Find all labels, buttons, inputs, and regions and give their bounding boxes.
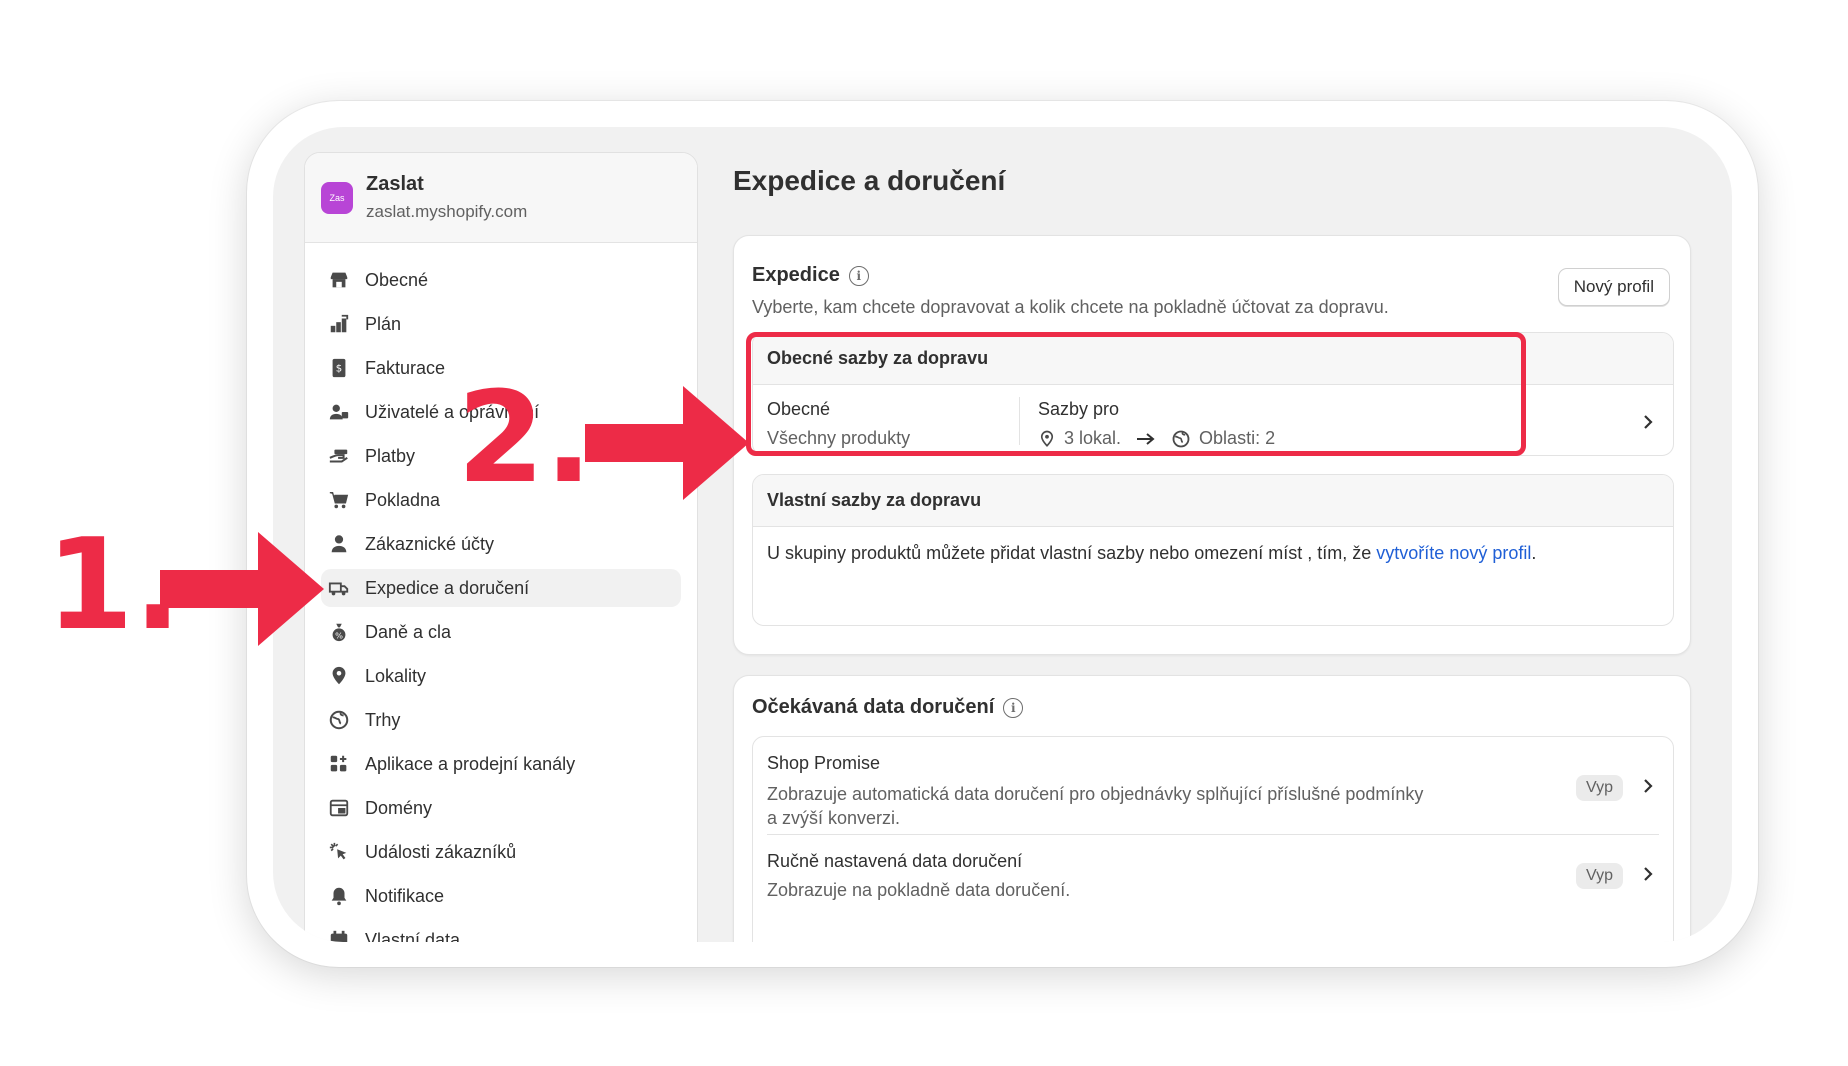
option-description: Zobrazuje automatická data doručení pro … bbox=[767, 784, 1424, 828]
step-2-arrow bbox=[585, 386, 749, 500]
custom-rates-text: U skupiny produktů můžete přidat vlastní… bbox=[753, 527, 1673, 580]
settings-sidebar: Zas Zaslat zaslat.myshopify.com Obecné P… bbox=[304, 152, 698, 942]
delivery-section-title: Očekávaná data doručení i bbox=[752, 696, 1024, 719]
store-name: Zaslat bbox=[366, 173, 424, 195]
chevron-right-icon[interactable] bbox=[1641, 865, 1655, 883]
sidebar-item-shipping[interactable]: Expedice a doručení bbox=[321, 569, 681, 607]
data-icon bbox=[327, 928, 351, 942]
delivery-options-panel: Shop Promise Zobrazuje automatická data … bbox=[752, 736, 1674, 942]
store-domain: zaslat.myshopify.com bbox=[366, 202, 528, 221]
sidebar-item-label: Domény bbox=[365, 797, 433, 818]
person-icon bbox=[327, 532, 351, 556]
settings-nav: Obecné Plán $ Fakturace Uživatelé a oprá… bbox=[305, 243, 697, 942]
arrow-right-icon bbox=[1137, 432, 1155, 445]
sidebar-item-general[interactable]: Obecné bbox=[321, 261, 681, 299]
zones-count: Oblasti: 2 bbox=[1199, 428, 1276, 448]
status-badge: Vyp bbox=[1576, 775, 1623, 801]
apps-icon bbox=[327, 752, 351, 776]
sidebar-item-label: Notifikace bbox=[365, 885, 445, 906]
shipping-description: Vyberte, kam chcete dopravovat a kolik c… bbox=[752, 297, 1389, 317]
list-item[interactable]: Shop Promise Zobrazuje automatická data … bbox=[767, 737, 1659, 835]
sidebar-item-customer-accounts[interactable]: Zákaznické účty bbox=[321, 525, 681, 563]
delivery-title: Očekávaná data doručení bbox=[752, 696, 995, 718]
truck-icon bbox=[327, 576, 351, 600]
app-screen: Zas Zaslat zaslat.myshopify.com Obecné P… bbox=[273, 127, 1732, 942]
sidebar-item-label: Platby bbox=[365, 445, 416, 466]
sidebar-item-label: Pokladna bbox=[365, 489, 441, 510]
sidebar-item-custom-data[interactable]: Vlastní data bbox=[321, 921, 681, 942]
shipping-title: Expedice bbox=[752, 264, 840, 286]
custom-rates-end: . bbox=[1531, 543, 1537, 563]
chevron-right-icon[interactable] bbox=[1641, 413, 1655, 431]
general-rates-panel[interactable]: Obecné sazby za dopravu Obecné Všechny p… bbox=[752, 332, 1674, 456]
profile-products: Všechny produkty bbox=[767, 428, 911, 448]
sidebar-item-label: Vlastní data bbox=[365, 929, 461, 943]
option-title: Shop Promise bbox=[767, 753, 881, 773]
cart-icon bbox=[327, 488, 351, 512]
list-item[interactable]: Ručně nastavená data doručení Zobrazuje … bbox=[767, 835, 1659, 915]
shipping-section-title: Expedice i bbox=[752, 264, 1392, 287]
bell-icon bbox=[327, 884, 351, 908]
info-icon[interactable]: i bbox=[848, 265, 869, 286]
globe-icon bbox=[327, 708, 351, 732]
status-badge: Vyp bbox=[1576, 863, 1623, 889]
sidebar-item-label: Události zákazníků bbox=[365, 841, 517, 862]
option-description: Zobrazuje na pokladně data doručení. bbox=[767, 880, 1071, 900]
sidebar-item-plan[interactable]: Plán bbox=[321, 305, 681, 343]
users-icon bbox=[327, 400, 351, 424]
profile-name: Obecné bbox=[767, 399, 831, 419]
store-logo: Zas bbox=[321, 181, 353, 214]
payments-icon bbox=[327, 444, 351, 468]
cursor-icon bbox=[327, 840, 351, 864]
option-title: Ručně nastavená data doručení bbox=[767, 851, 1023, 871]
create-profile-link[interactable]: vytvoříte nový profil bbox=[1376, 543, 1531, 563]
store-switcher[interactable]: Zas Zaslat zaslat.myshopify.com bbox=[305, 153, 697, 243]
location-pin-icon bbox=[1040, 430, 1054, 447]
plan-icon bbox=[327, 312, 351, 336]
sidebar-item-customer-events[interactable]: Události zákazníků bbox=[321, 833, 681, 871]
svg-text:$: $ bbox=[336, 364, 342, 375]
domain-icon bbox=[327, 796, 351, 820]
sidebar-item-label: Plán bbox=[365, 313, 402, 334]
custom-rates-header: Vlastní sazby za dopravu bbox=[753, 475, 1673, 527]
step-2-label: 2. bbox=[457, 364, 593, 511]
sidebar-item-apps[interactable]: Aplikace a prodejní kanály bbox=[321, 745, 681, 783]
sidebar-item-notifications[interactable]: Notifikace bbox=[321, 877, 681, 915]
step-1-arrow bbox=[160, 532, 324, 646]
sidebar-item-label: Expedice a doručení bbox=[365, 577, 530, 598]
custom-rates-panel: Vlastní sazby za dopravu U skupiny produ… bbox=[752, 474, 1674, 626]
sidebar-item-markets[interactable]: Trhy bbox=[321, 701, 681, 739]
delivery-dates-card: Očekávaná data doručení i Shop Promise Z… bbox=[733, 675, 1691, 942]
globe-icon bbox=[1172, 430, 1190, 447]
sidebar-item-label: Fakturace bbox=[365, 357, 446, 378]
column-divider bbox=[1019, 397, 1020, 445]
sidebar-item-label: Lokality bbox=[365, 665, 427, 686]
location-icon bbox=[327, 664, 351, 688]
billing-icon: $ bbox=[327, 356, 351, 380]
rates-for-label: Sazby pro bbox=[1038, 399, 1120, 419]
svg-text:%: % bbox=[335, 630, 343, 640]
info-icon[interactable]: i bbox=[1003, 697, 1024, 718]
store-icon bbox=[327, 268, 351, 292]
page-title: Expedice a doručení bbox=[733, 165, 1006, 196]
sidebar-item-label: Daně a cla bbox=[365, 621, 452, 642]
chevron-right-icon[interactable] bbox=[1641, 777, 1655, 795]
shipping-card: Expedice i Vyberte, kam chcete dopravova… bbox=[733, 235, 1691, 655]
sidebar-item-taxes[interactable]: % Daně a cla bbox=[321, 613, 681, 651]
sidebar-item-locations[interactable]: Lokality bbox=[321, 657, 681, 695]
sidebar-item-label: Aplikace a prodejní kanály bbox=[365, 753, 576, 774]
new-profile-button[interactable]: Nový profil bbox=[1557, 268, 1670, 306]
sidebar-item-label: Zákaznické účty bbox=[365, 533, 495, 554]
sidebar-item-label: Trhy bbox=[365, 709, 401, 730]
sidebar-item-label: Obecné bbox=[365, 269, 429, 290]
tax-icon: % bbox=[327, 620, 351, 644]
general-profile-row[interactable]: Obecné Všechny produkty Sazby pro 3 loka… bbox=[753, 385, 1673, 455]
general-rates-header: Obecné sazby za dopravu bbox=[753, 333, 1673, 385]
custom-rates-body: U skupiny produktů můžete přidat vlastní… bbox=[767, 543, 1372, 563]
sidebar-item-domains[interactable]: Domény bbox=[321, 789, 681, 827]
locations-count: 3 lokal. bbox=[1064, 428, 1122, 448]
